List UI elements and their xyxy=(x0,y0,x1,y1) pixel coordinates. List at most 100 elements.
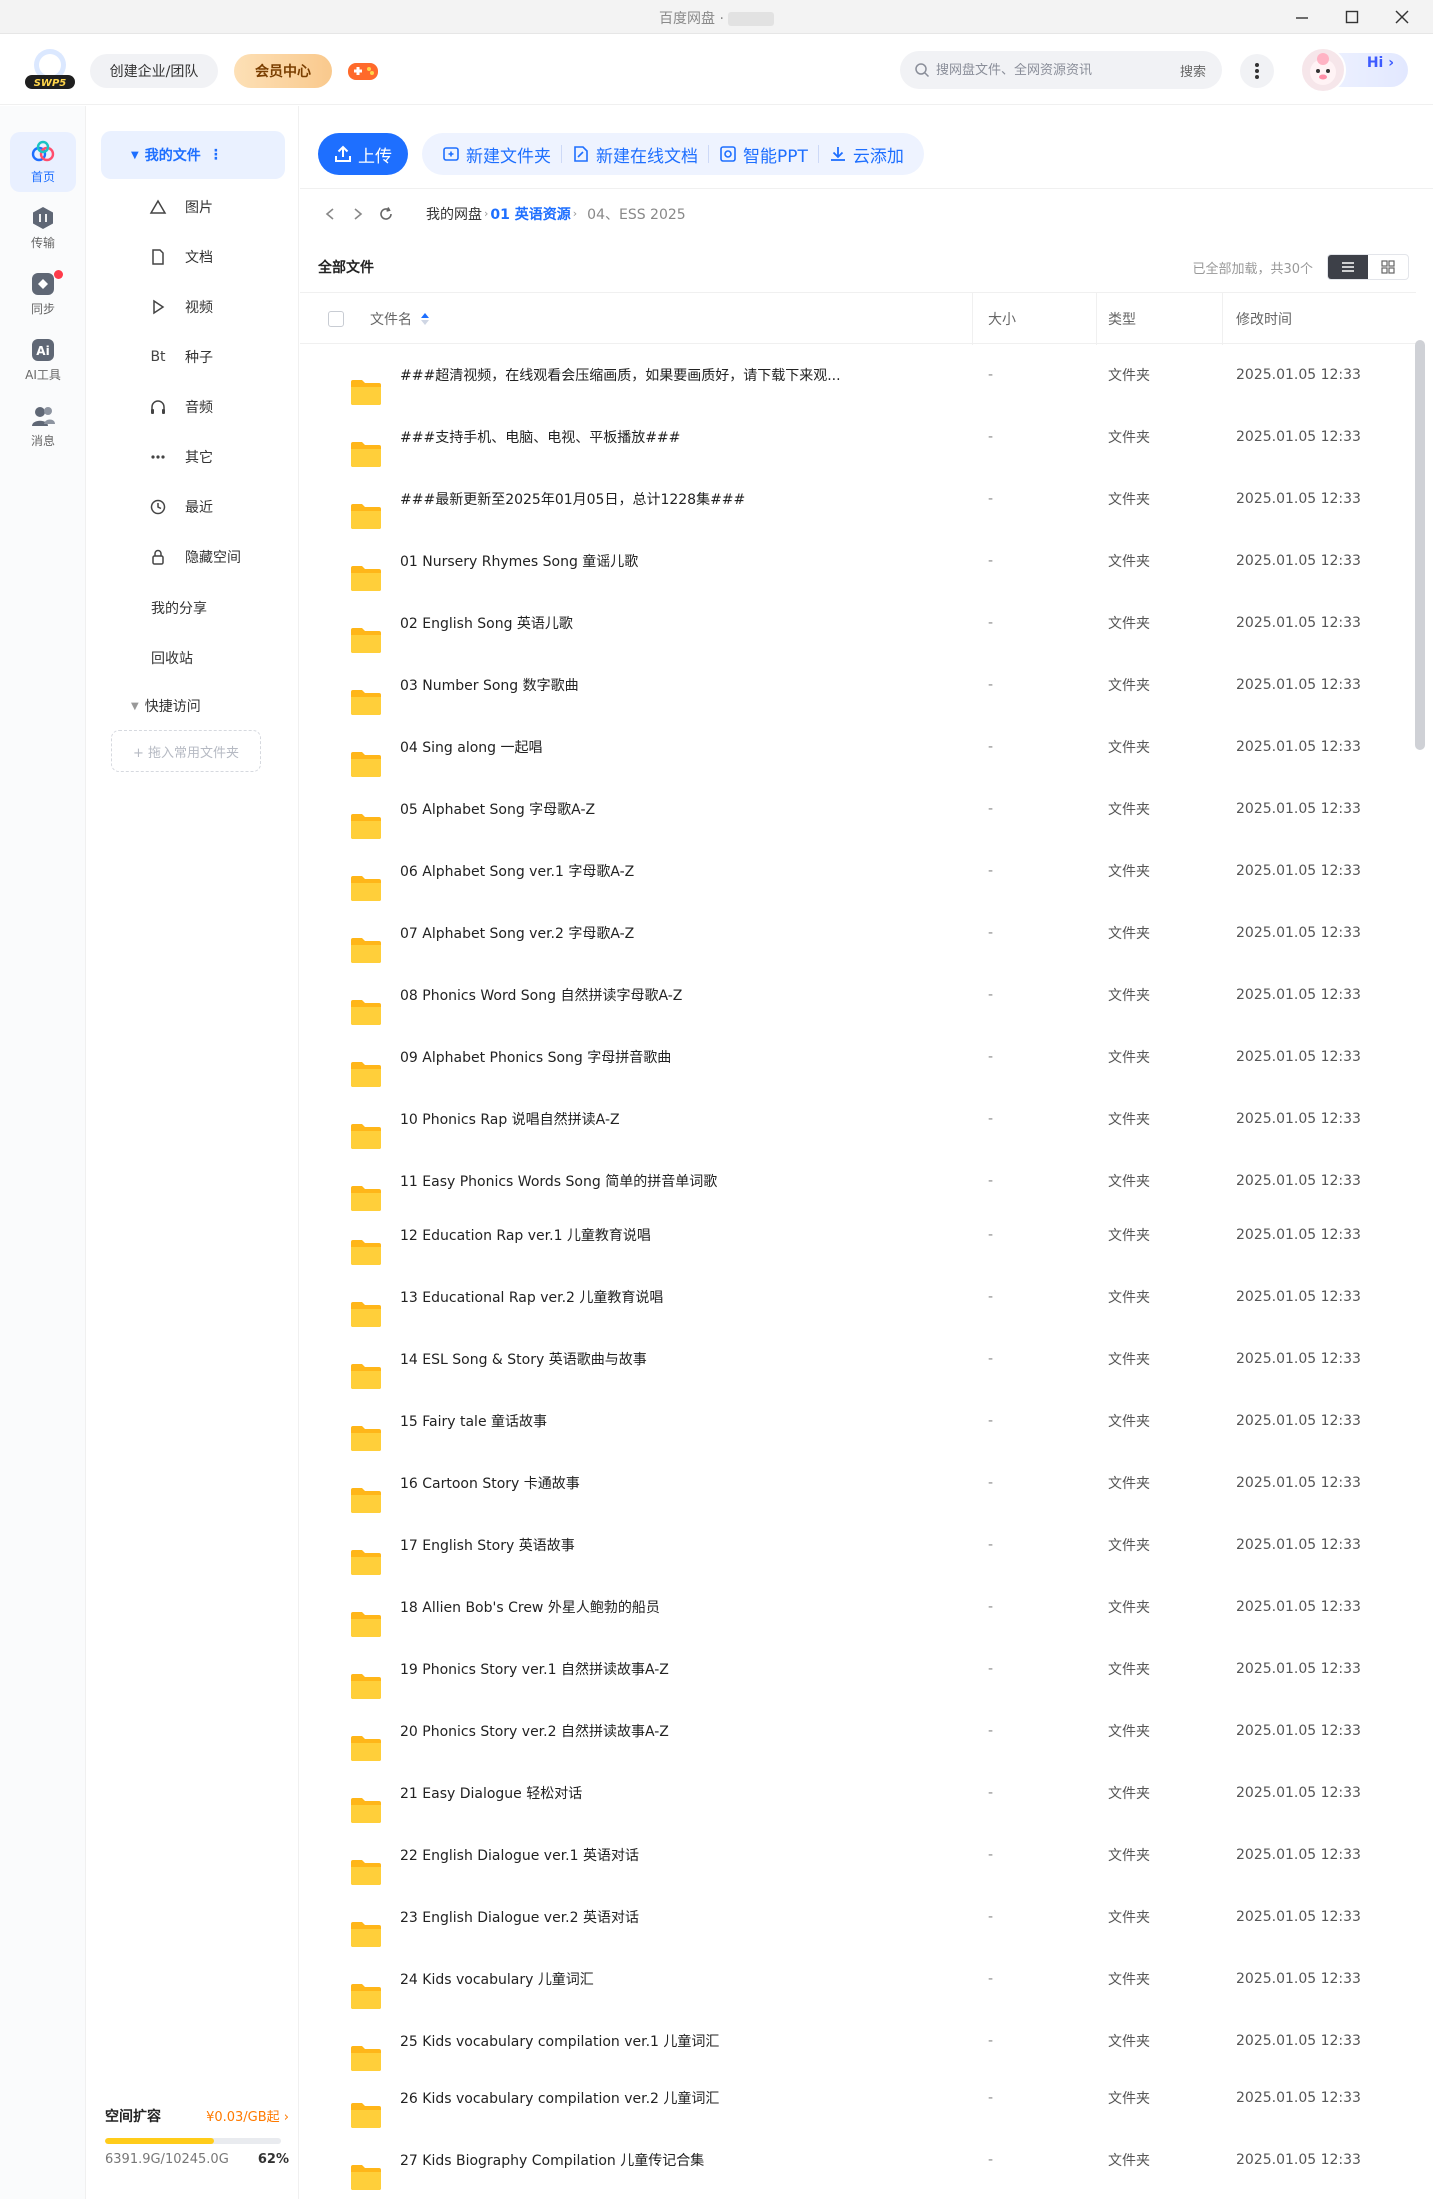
close-button[interactable] xyxy=(1382,4,1422,30)
file-name[interactable]: 16 Cartoon Story 卡通故事 xyxy=(400,1452,580,1514)
file-name[interactable]: 01 Nursery Rhymes Song 童谣儿歌 xyxy=(400,530,638,592)
forward-button[interactable] xyxy=(344,200,372,228)
file-name[interactable]: 06 Alphabet Song ver.1 字母歌A-Z xyxy=(400,840,634,902)
file-name[interactable]: 03 Number Song 数字歌曲 xyxy=(400,654,579,716)
table-row[interactable]: 24 Kids vocabulary 儿童词汇 - 文件夹 2025.01.05 12… xyxy=(300,1948,1416,2010)
file-name[interactable]: 18 Allien Bob's Crew 外星人鲍勃的船员 xyxy=(400,1576,660,1638)
grid-view-button[interactable] xyxy=(1368,255,1408,279)
table-row[interactable]: 23 English Dialogue ver.2 英语对话 - 文件夹 2025.0… xyxy=(300,1886,1416,1948)
table-row[interactable]: 05 Alphabet Song 字母歌A-Z - 文件夹 2025.01.05 12… xyxy=(300,778,1416,840)
kebab-icon[interactable]: ⋮ xyxy=(209,147,223,163)
tree-item-torrents[interactable]: Bt 种子 xyxy=(147,342,213,372)
table-row[interactable]: 15 Fairy tale 童话故事 - 文件夹 2025.01.05 12:33 xyxy=(300,1390,1416,1452)
maximize-button[interactable] xyxy=(1332,4,1372,30)
table-row[interactable]: 14 ESL Song & Story 英语歌曲与故事 - 文件夹 2025.01.0… xyxy=(300,1328,1416,1390)
file-name[interactable]: 24 Kids vocabulary 儿童词汇 xyxy=(400,1948,594,2010)
rail-sync[interactable]: 同步 xyxy=(10,264,76,324)
file-name[interactable]: 09 Alphabet Phonics Song 字母拼音歌曲 xyxy=(400,1026,671,1088)
table-row[interactable]: ###支持手机、电脑、电视、平板播放### - 文件夹 2025.01.05 12:3… xyxy=(300,406,1416,468)
file-name[interactable]: ###最新更新至2025年01月05日，总计1228集### xyxy=(400,468,745,530)
storage-panel[interactable]: 空间扩容 ¥0.03/GB起 › 6391.9G/10245.0G 62% xyxy=(105,2106,289,2167)
scrollbar-thumb[interactable] xyxy=(1415,340,1425,750)
back-button[interactable] xyxy=(316,200,344,228)
rail-message[interactable]: 消息 xyxy=(10,396,76,456)
user-greeting[interactable]: Hi › xyxy=(1300,47,1408,93)
file-name[interactable]: ###支持手机、电脑、电视、平板播放### xyxy=(400,406,680,468)
table-row[interactable]: 11 Easy Phonics Words Song 简单的拼音单词歌 - 文件夹 2… xyxy=(300,1150,1416,1212)
cloud-add-button[interactable]: 云添加 xyxy=(819,133,914,175)
file-name[interactable]: 10 Phonics Rap 说唱自然拼读A-Z xyxy=(400,1088,620,1150)
file-name[interactable]: 05 Alphabet Song 字母歌A-Z xyxy=(400,778,595,840)
search-input[interactable] xyxy=(936,62,1156,78)
search-button[interactable]: 搜索 xyxy=(1180,61,1206,80)
tree-item-videos[interactable]: 视频 xyxy=(147,292,213,322)
table-row[interactable]: 18 Allien Bob's Crew 外星人鲍勃的船员 - 文件夹 2025.01… xyxy=(300,1576,1416,1638)
breadcrumb-level1[interactable]: 01 英语资源 xyxy=(490,204,570,224)
table-row[interactable]: 08 Phonics Word Song 自然拼读字母歌A-Z - 文件夹 2025.… xyxy=(300,964,1416,1026)
avatar[interactable] xyxy=(1300,47,1346,93)
rail-transfer[interactable]: 传输 xyxy=(10,198,76,258)
rail-ai[interactable]: Ai AI工具 xyxy=(10,330,76,390)
list-view-button[interactable] xyxy=(1328,255,1368,279)
file-name[interactable]: 23 English Dialogue ver.2 英语对话 xyxy=(400,1886,639,1948)
upload-button[interactable]: 上传 xyxy=(318,133,408,175)
file-name[interactable]: ###超清视频，在线观看会压缩画质，如果要画质好，请下载下来观... xyxy=(400,344,841,406)
file-name[interactable]: 12 Education Rap ver.1 儿童教育说唱 xyxy=(400,1204,651,1266)
table-row[interactable]: 09 Alphabet Phonics Song 字母拼音歌曲 - 文件夹 2025.… xyxy=(300,1026,1416,1088)
table-row[interactable]: ###超清视频，在线观看会压缩画质，如果要画质好，请下载下来观... - 文件夹 20… xyxy=(300,344,1416,406)
file-name[interactable]: 26 Kids vocabulary compilation ver.2 儿童词… xyxy=(400,2067,719,2129)
tree-item-recycle-bin[interactable]: 回收站 xyxy=(151,643,193,673)
file-name[interactable]: 11 Easy Phonics Words Song 简单的拼音单词歌 xyxy=(400,1150,717,1212)
tree-item-images[interactable]: 图片 xyxy=(147,192,213,222)
table-row[interactable]: 16 Cartoon Story 卡通故事 - 文件夹 2025.01.05 12:3… xyxy=(300,1452,1416,1514)
tree-item-other[interactable]: 其它 xyxy=(147,442,213,472)
new-folder-button[interactable]: 新建文件夹 xyxy=(432,133,561,175)
file-name[interactable]: 04 Sing along 一起唱 xyxy=(400,716,543,778)
table-row[interactable]: 20 Phonics Story ver.2 自然拼读故事A-Z - 文件夹 2025… xyxy=(300,1700,1416,1762)
tree-item-docs[interactable]: 文档 xyxy=(147,242,213,272)
file-name[interactable]: 17 English Story 英语故事 xyxy=(400,1514,575,1576)
storage-price[interactable]: ¥0.03/GB起 › xyxy=(206,2106,289,2126)
file-name[interactable]: 08 Phonics Word Song 自然拼读字母歌A-Z xyxy=(400,964,682,1026)
column-type[interactable]: 类型 xyxy=(1108,293,1136,345)
table-row[interactable]: 21 Easy Dialogue 轻松对话 - 文件夹 2025.01.05 12:3… xyxy=(300,1762,1416,1824)
vip-center-button[interactable]: 会员中心 xyxy=(234,54,332,88)
quick-access[interactable]: ▼ 快捷访问 xyxy=(131,696,201,716)
table-row[interactable]: 13 Educational Rap ver.2 儿童教育说唱 - 文件夹 2025.… xyxy=(300,1266,1416,1328)
app-logo[interactable]: SWP5 xyxy=(22,47,78,91)
minimize-button[interactable] xyxy=(1282,4,1322,30)
file-name[interactable]: 15 Fairy tale 童话故事 xyxy=(400,1390,547,1452)
table-row[interactable]: 04 Sing along 一起唱 - 文件夹 2025.01.05 12:33 xyxy=(300,716,1416,778)
table-row[interactable]: 25 Kids vocabulary compilation ver.1 儿童词… xyxy=(300,2010,1416,2072)
select-all-checkbox[interactable] xyxy=(328,311,344,327)
table-row[interactable]: 12 Education Rap ver.1 儿童教育说唱 - 文件夹 2025.01… xyxy=(300,1204,1416,1266)
breadcrumb-root[interactable]: 我的网盘 xyxy=(426,204,482,224)
refresh-button[interactable] xyxy=(372,200,400,228)
file-name[interactable]: 21 Easy Dialogue 轻松对话 xyxy=(400,1762,582,1824)
file-name[interactable]: 02 English Song 英语儿歌 xyxy=(400,592,573,654)
smart-ppt-button[interactable]: 智能PPT xyxy=(709,133,818,175)
create-team-button[interactable]: 创建企业/团队 xyxy=(90,54,218,88)
table-row[interactable]: 06 Alphabet Song ver.1 字母歌A-Z - 文件夹 2025.01… xyxy=(300,840,1416,902)
rail-home[interactable]: 首页 xyxy=(10,132,76,192)
table-row[interactable]: 22 English Dialogue ver.1 英语对话 - 文件夹 2025.0… xyxy=(300,1824,1416,1886)
file-name[interactable]: 07 Alphabet Song ver.2 字母歌A-Z xyxy=(400,902,634,964)
table-row[interactable]: 03 Number Song 数字歌曲 - 文件夹 2025.01.05 12:33 xyxy=(300,654,1416,716)
quick-access-drop-zone[interactable]: + 拖入常用文件夹 xyxy=(111,730,261,772)
tree-item-recent[interactable]: 最近 xyxy=(147,492,213,522)
column-name[interactable]: 文件名 xyxy=(370,293,430,345)
file-name[interactable]: 20 Phonics Story ver.2 自然拼读故事A-Z xyxy=(400,1700,669,1762)
tree-item-audio[interactable]: 音频 xyxy=(147,392,213,422)
column-modified-time[interactable]: 修改时间 xyxy=(1236,293,1292,345)
tree-item-hidden-space[interactable]: 隐藏空间 xyxy=(147,542,241,572)
more-menu-button[interactable] xyxy=(1240,54,1274,88)
table-row[interactable]: 26 Kids vocabulary compilation ver.2 儿童词… xyxy=(300,2067,1416,2129)
game-controller-icon[interactable] xyxy=(346,57,380,85)
table-row[interactable]: 19 Phonics Story ver.1 自然拼读故事A-Z - 文件夹 2025… xyxy=(300,1638,1416,1700)
file-name[interactable]: 27 Kids Biography Compilation 儿童传记合集 xyxy=(400,2129,704,2191)
table-row[interactable]: 17 English Story 英语故事 - 文件夹 2025.01.05 12:3… xyxy=(300,1514,1416,1576)
file-name[interactable]: 14 ESL Song & Story 英语歌曲与故事 xyxy=(400,1328,647,1390)
column-size[interactable]: 大小 xyxy=(988,293,1016,345)
table-row[interactable]: 01 Nursery Rhymes Song 童谣儿歌 - 文件夹 2025.01.0… xyxy=(300,530,1416,592)
file-name[interactable]: 13 Educational Rap ver.2 儿童教育说唱 xyxy=(400,1266,663,1328)
